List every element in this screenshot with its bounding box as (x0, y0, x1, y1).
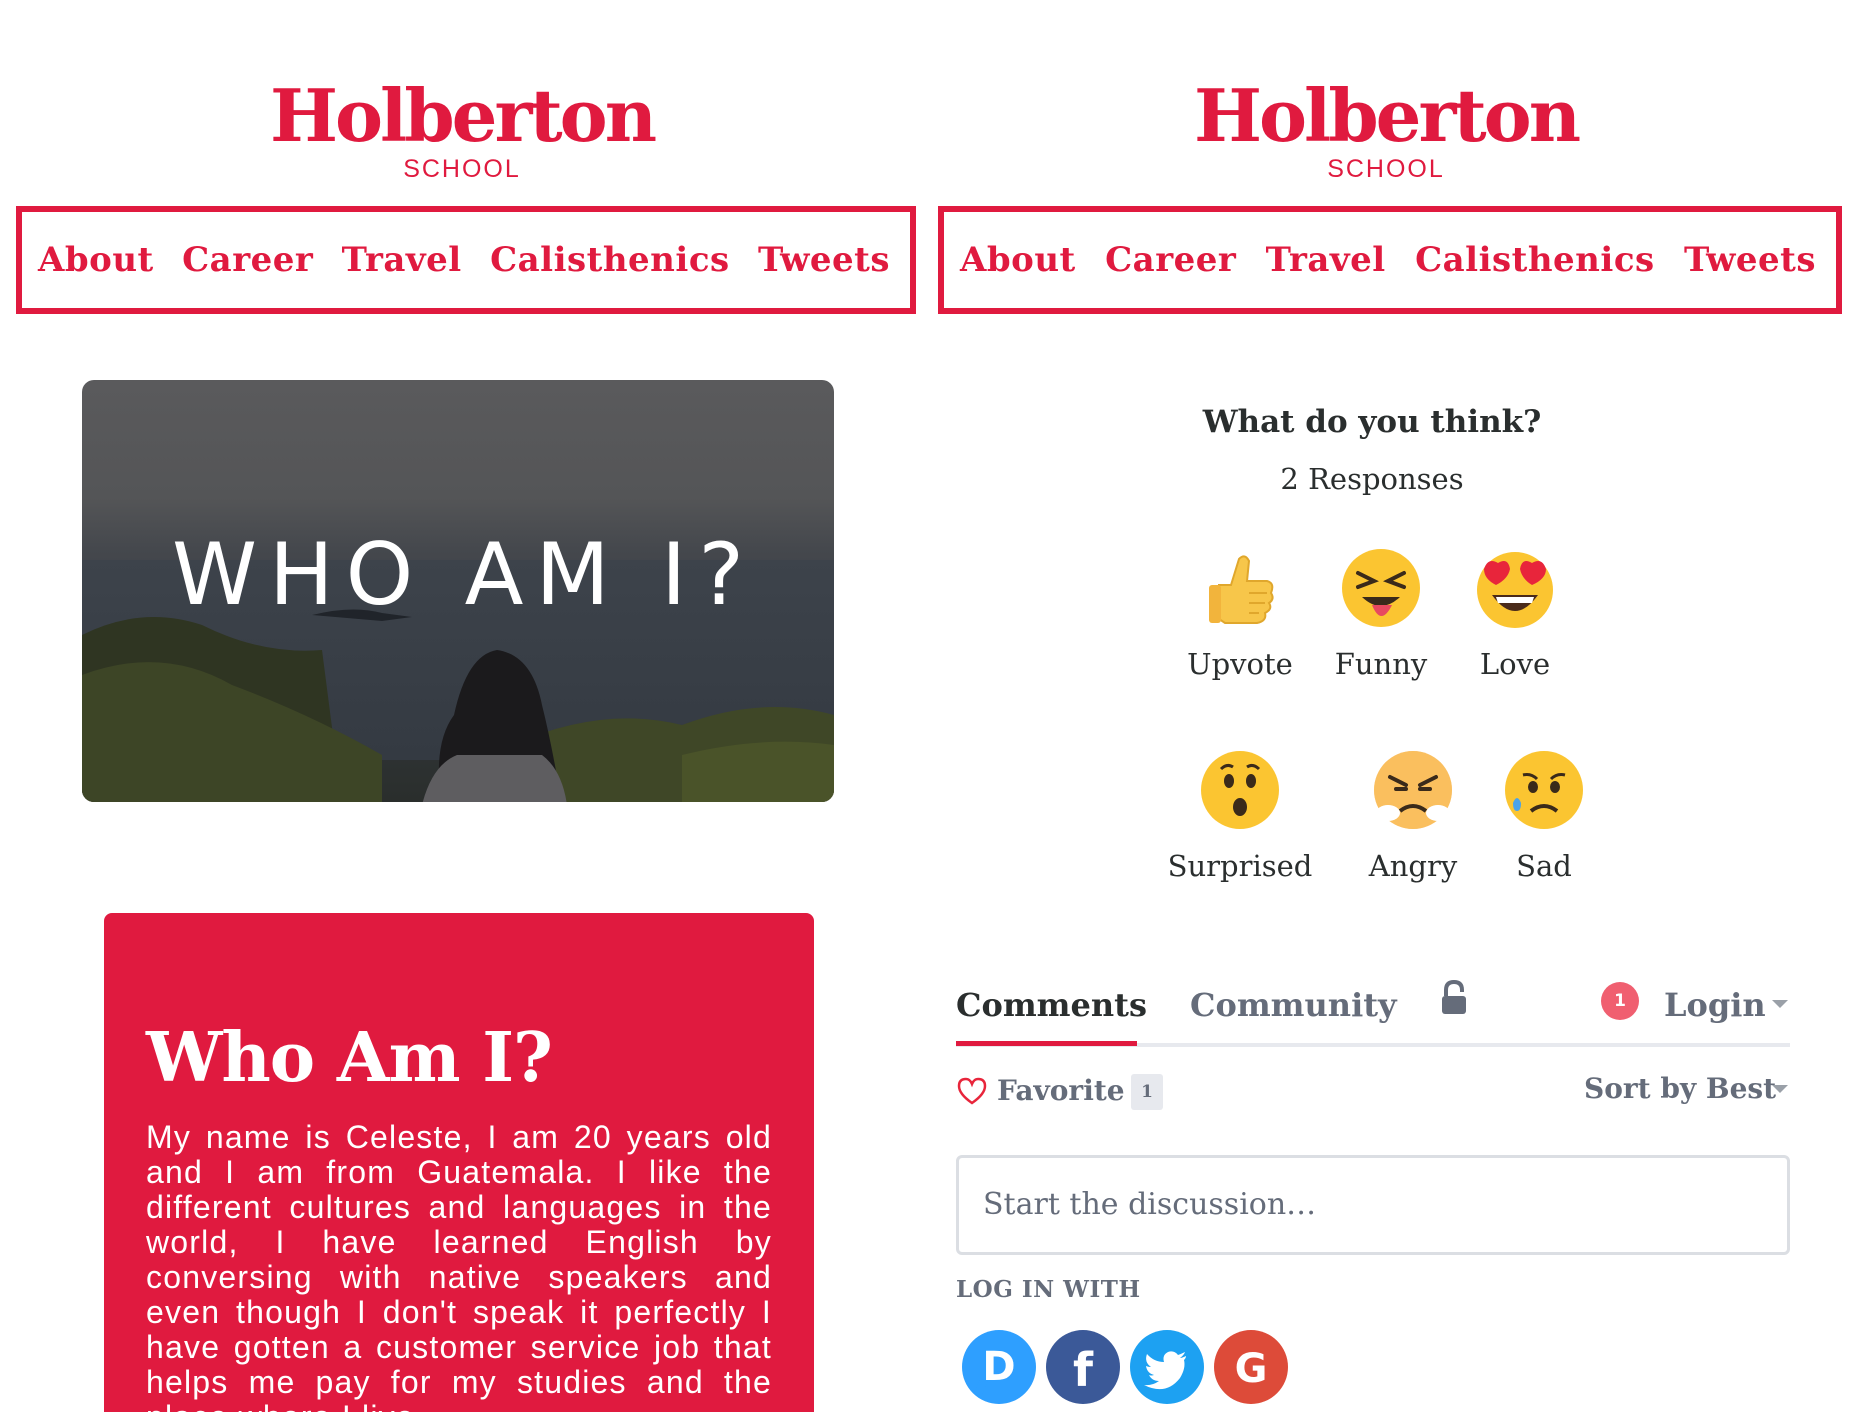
disqus-icon[interactable]: D (962, 1330, 1036, 1404)
angry-face-icon (1372, 749, 1454, 831)
surprised-face-icon (1199, 749, 1281, 831)
twitter-icon[interactable] (1130, 1330, 1204, 1404)
facebook-icon[interactable]: f (1046, 1330, 1120, 1404)
login-with-label: LOG IN WITH (956, 1276, 1141, 1303)
sort-dropdown[interactable]: Sort by Best (1584, 1072, 1776, 1105)
card-text: My name is Celeste, I am 20 years old an… (146, 1119, 772, 1412)
tab-active-indicator (956, 1041, 1137, 1046)
laughing-face-icon (1340, 547, 1422, 629)
reactions-question: What do you think? (1202, 404, 1542, 440)
hero-landscape (82, 609, 834, 802)
card-title: Who Am I? (146, 1018, 553, 1098)
favorite-button[interactable]: Favorite (997, 1074, 1125, 1107)
reaction-label: Sad (1516, 849, 1572, 883)
logo-name: Holberton (269, 73, 657, 158)
reaction-funny[interactable]: Funny (1306, 547, 1456, 681)
reaction-label: Upvote (1187, 647, 1293, 681)
tab-community[interactable]: Community (1190, 986, 1397, 1024)
logo-right[interactable]: Holberton SCHOOL (1176, 76, 1596, 184)
svg-text:f: f (1073, 1343, 1094, 1397)
reaction-love[interactable]: Love (1440, 547, 1590, 681)
reaction-label: Love (1479, 647, 1551, 681)
nav-bar-right: About Career Travel Calisthenics Tweets (938, 206, 1842, 314)
heart-icon[interactable] (956, 1076, 988, 1111)
reaction-label: Surprised (1167, 849, 1313, 883)
reaction-label: Angry (1368, 849, 1458, 883)
reaction-surprised[interactable]: Surprised (1165, 749, 1315, 883)
favorite-count: 1 (1131, 1074, 1163, 1110)
svg-text:D: D (982, 1344, 1015, 1390)
nav-travel[interactable]: Travel (1266, 240, 1386, 280)
nav-about[interactable]: About (38, 240, 154, 280)
reaction-sad[interactable]: Sad (1469, 749, 1619, 883)
nav-about[interactable]: About (960, 240, 1076, 280)
logo-name: Holberton (1193, 73, 1581, 158)
reactions-responses: 2 Responses (1280, 462, 1464, 496)
lock-icon (1440, 979, 1468, 1021)
nav-bar-left: About Career Travel Calisthenics Tweets (16, 206, 916, 314)
discussion-input[interactable]: Start the discussion… (956, 1155, 1790, 1255)
reaction-upvote[interactable]: Upvote (1165, 547, 1315, 681)
nav-tweets[interactable]: Tweets (1684, 240, 1816, 280)
nav-tweets[interactable]: Tweets (758, 240, 890, 280)
chevron-down-icon[interactable] (1772, 1000, 1788, 1008)
nav-calisthenics[interactable]: Calisthenics (1415, 240, 1655, 280)
svg-text:G: G (1235, 1346, 1268, 1392)
google-icon[interactable]: G (1214, 1330, 1288, 1404)
logo-left[interactable]: Holberton SCHOOL (252, 76, 672, 184)
nav-career[interactable]: Career (182, 240, 313, 280)
login-button[interactable]: Login (1664, 986, 1766, 1024)
hero-image: WHO AM I? (82, 380, 834, 802)
about-card: Who Am I? My name is Celeste, I am 20 ye… (104, 913, 814, 1412)
heart-eyes-face-icon (1474, 547, 1556, 629)
thumbs-up-icon (1199, 547, 1281, 629)
sad-face-icon (1503, 749, 1585, 831)
tab-comments[interactable]: Comments (956, 986, 1147, 1024)
chevron-down-icon[interactable] (1772, 1085, 1788, 1093)
logo-sub: SCHOOL (403, 155, 521, 183)
notification-badge[interactable]: 1 (1601, 982, 1639, 1020)
nav-calisthenics[interactable]: Calisthenics (490, 240, 730, 280)
logo-sub: SCHOOL (1327, 155, 1445, 183)
reaction-angry[interactable]: Angry (1338, 749, 1488, 883)
hero-title: WHO AM I? (171, 525, 757, 625)
nav-travel[interactable]: Travel (342, 240, 462, 280)
nav-career[interactable]: Career (1105, 240, 1236, 280)
reaction-label: Funny (1334, 647, 1428, 681)
